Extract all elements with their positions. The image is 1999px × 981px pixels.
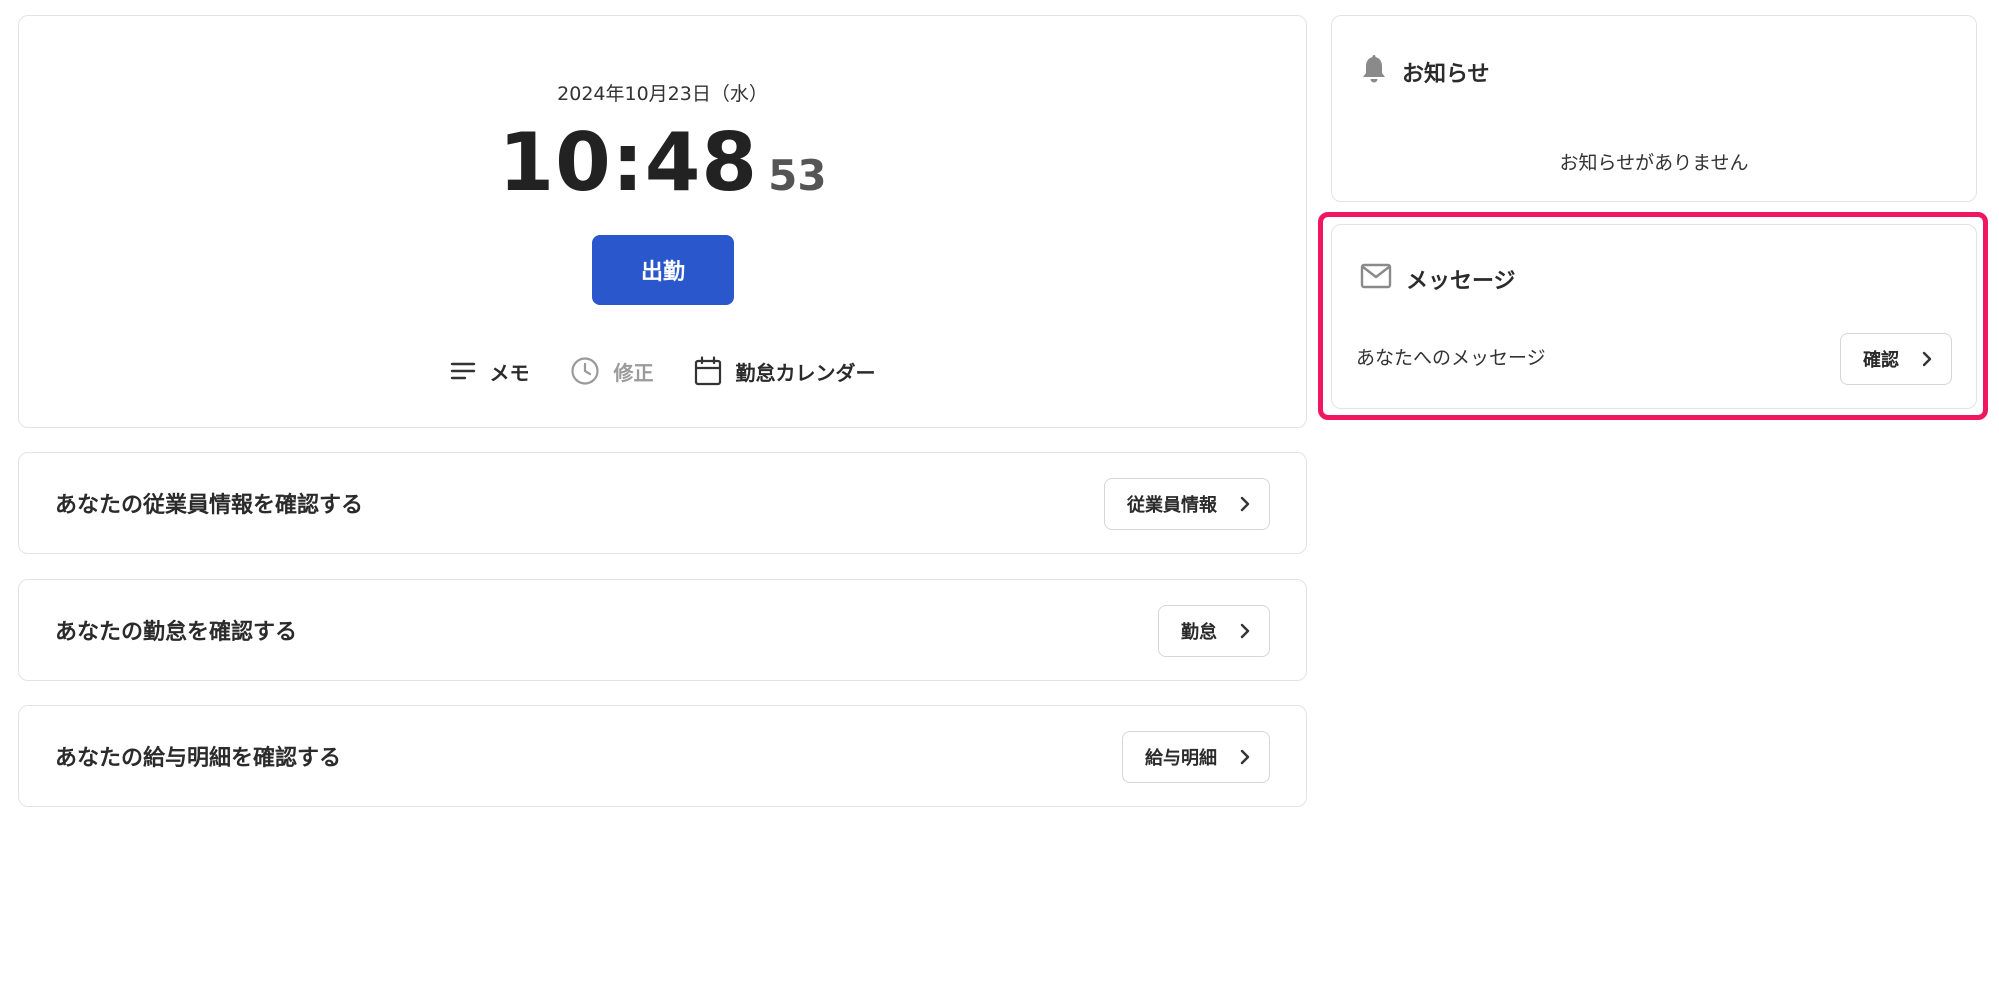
chevron-right-icon (1239, 748, 1251, 766)
current-time: 10:48 53 (19, 116, 1306, 209)
time-seconds: 53 (768, 151, 827, 200)
employee-info-card: あなたの従業員情報を確認する 従業員情報 (18, 452, 1307, 554)
messages-title: メッセージ (1406, 269, 1516, 294)
calendar-label: 勤怠カレンダー (735, 360, 876, 385)
chevron-right-icon (1921, 350, 1933, 368)
employee-info-button-label: 従業員情報 (1127, 495, 1217, 516)
messages-card: メッセージ あなたへのメッセージ 確認 (1331, 224, 1977, 409)
confirm-button-label: 確認 (1863, 350, 1899, 371)
memo-label: メモ (489, 360, 530, 385)
employee-info-button[interactable]: 従業員情報 (1104, 478, 1270, 530)
messages-text: あなたへのメッセージ (1356, 347, 1546, 369)
messages-header: メッセージ (1360, 263, 1516, 295)
payslip-label: あなたの給与明細を確認する (55, 746, 342, 771)
payslip-card: あなたの給与明細を確認する 給与明細 (18, 705, 1307, 807)
lines-icon (450, 360, 476, 382)
edit-action[interactable]: 修正 (570, 356, 654, 386)
attendance-label: あなたの勤怠を確認する (55, 620, 298, 645)
notices-title: お知らせ (1402, 62, 1490, 87)
edit-label: 修正 (613, 360, 654, 385)
attendance-card: あなたの勤怠を確認する 勤怠 (18, 579, 1307, 681)
payslip-button-label: 給与明細 (1145, 748, 1217, 769)
clock-icon (570, 356, 600, 386)
bell-icon (1360, 54, 1388, 90)
clock-card: 2024年10月23日（水） 10:48 53 出勤 メモ 修正 勤怠カレンダー (18, 15, 1307, 428)
notices-card: お知らせ お知らせがありません (1331, 15, 1977, 202)
current-date: 2024年10月23日（水） (557, 83, 768, 105)
clock-in-button[interactable]: 出勤 (592, 235, 734, 305)
clock-actions: メモ 修正 勤怠カレンダー (19, 351, 1306, 391)
chevron-right-icon (1239, 622, 1251, 640)
mail-icon (1360, 263, 1392, 295)
calendar-action[interactable]: 勤怠カレンダー (694, 356, 876, 386)
payslip-button[interactable]: 給与明細 (1122, 731, 1270, 783)
calendar-icon (694, 356, 722, 386)
chevron-right-icon (1239, 495, 1251, 513)
attendance-button-label: 勤怠 (1181, 622, 1217, 643)
memo-action[interactable]: メモ (450, 357, 530, 386)
notices-empty-text: お知らせがありません (1559, 152, 1749, 174)
employee-info-label: あなたの従業員情報を確認する (55, 493, 364, 518)
time-hours-minutes: 10:48 (498, 116, 759, 209)
confirm-button[interactable]: 確認 (1840, 333, 1952, 385)
notices-header: お知らせ (1360, 54, 1490, 90)
attendance-button[interactable]: 勤怠 (1158, 605, 1270, 657)
